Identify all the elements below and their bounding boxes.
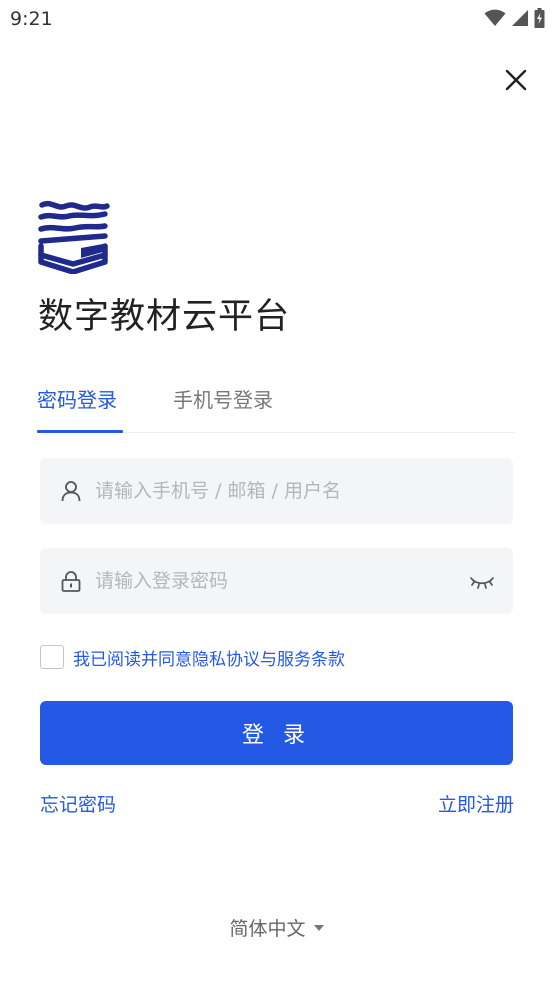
eye-closed-icon[interactable] xyxy=(469,570,495,592)
agreement-checkbox[interactable] xyxy=(40,645,64,669)
battery-icon xyxy=(534,8,545,28)
username-input[interactable] xyxy=(95,458,465,524)
signal-icon xyxy=(512,10,528,26)
login-button[interactable]: 登 录 xyxy=(40,701,513,765)
close-icon xyxy=(505,69,527,91)
password-input[interactable] xyxy=(95,548,465,614)
lock-icon xyxy=(61,571,81,592)
app-title: 数字教材云平台 xyxy=(38,297,291,337)
app-logo-icon xyxy=(38,200,110,274)
username-field[interactable] xyxy=(40,458,513,524)
agreement-link[interactable]: 我已阅读并同意隐私协议与服务条款 xyxy=(73,645,345,670)
status-time: 9:21 xyxy=(10,8,53,30)
login-tabs: 密码登录 手机号登录 xyxy=(37,380,515,433)
language-selector[interactable]: 简体中文 xyxy=(0,914,553,941)
agreement-row: 我已阅读并同意隐私协议与服务条款 xyxy=(40,644,345,670)
close-button[interactable] xyxy=(500,64,532,96)
status-bar: 9:21 xyxy=(0,0,553,38)
password-field[interactable] xyxy=(40,548,513,614)
forgot-password-link[interactable]: 忘记密码 xyxy=(40,790,116,817)
tab-phone-login[interactable]: 手机号登录 xyxy=(173,384,273,413)
tab-password-login[interactable]: 密码登录 xyxy=(37,384,117,413)
register-link[interactable]: 立即注册 xyxy=(438,790,514,817)
wifi-icon xyxy=(484,9,506,26)
chevron-down-icon xyxy=(313,924,324,931)
user-icon xyxy=(61,481,81,502)
login-screen: 9:21 数字教材云平台 密码登录 手机号登录 请输入手机号 / 邮箱 / 用户… xyxy=(0,0,553,984)
language-label: 简体中文 xyxy=(229,918,306,940)
status-icons xyxy=(484,7,545,29)
active-tab-indicator xyxy=(37,430,123,433)
